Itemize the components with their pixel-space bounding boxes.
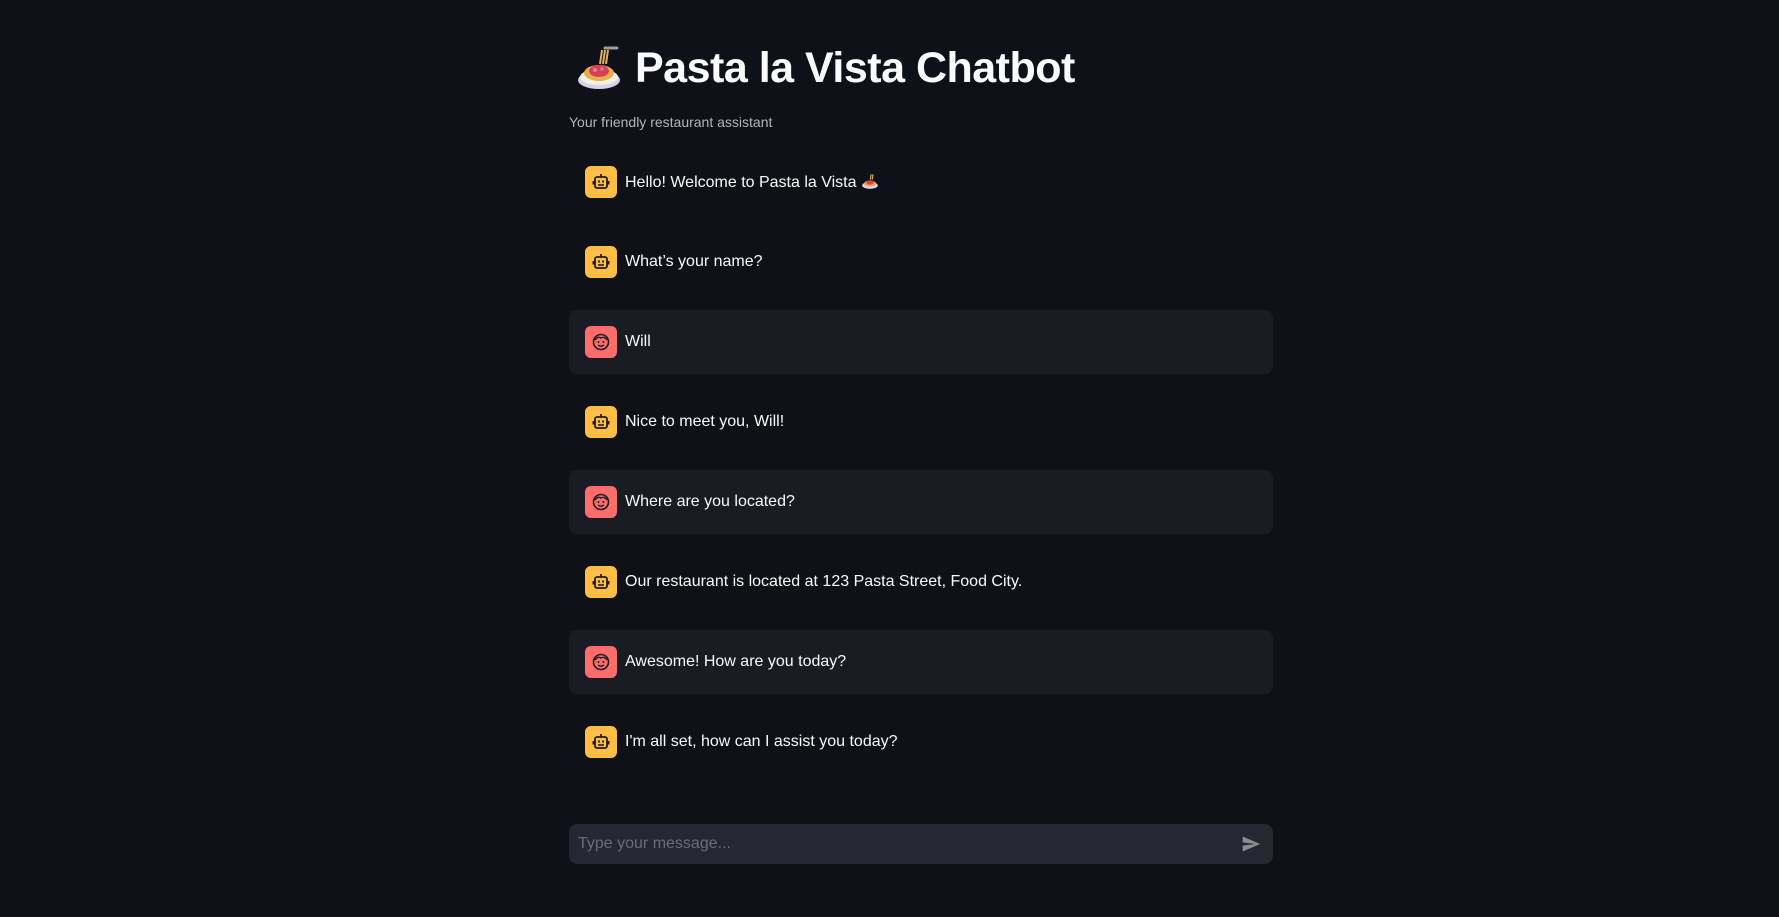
robot-icon — [585, 166, 617, 198]
smiley-face-icon — [585, 326, 617, 358]
chat-input-bar — [569, 824, 1273, 864]
spaghetti-emoji-icon — [861, 174, 878, 189]
chat-message-assistant: I'm all set, how can I assist you today? — [569, 710, 1273, 774]
page-title: Pasta la Vista Chatbot — [635, 43, 1075, 92]
robot-icon — [585, 246, 617, 278]
message-text: What’s your name? — [625, 253, 763, 270]
chat-message-user: Will — [569, 310, 1273, 374]
message-text: Hello! Welcome to Pasta la Vista — [625, 172, 879, 192]
robot-icon — [585, 406, 617, 438]
message-text: Where are you located? — [625, 493, 795, 510]
chat-message-assistant: What’s your name? — [569, 230, 1273, 294]
message-text: Our restaurant is located at 123 Pasta S… — [625, 573, 1023, 590]
chat-message-user: Where are you located? — [569, 470, 1273, 534]
chat-message-assistant: Hello! Welcome to Pasta la Vista — [569, 150, 1273, 214]
message-text: Nice to meet you, Will! — [625, 413, 785, 430]
page-header: Pasta la Vista Chatbot — [575, 40, 1075, 96]
robot-icon — [585, 726, 617, 758]
message-text: I'm all set, how can I assist you today? — [625, 733, 898, 750]
chat-message-input[interactable] — [569, 824, 1209, 864]
chat-message-assistant: Nice to meet you, Will! — [569, 390, 1273, 454]
chat-message-assistant: Our restaurant is located at 123 Pasta S… — [569, 550, 1273, 614]
message-text: Will — [625, 333, 651, 350]
page-subtitle: Your friendly restaurant assistant — [569, 114, 773, 130]
send-icon — [1242, 836, 1261, 852]
message-text: Awesome! How are you today? — [625, 653, 847, 670]
smiley-face-icon — [585, 486, 617, 518]
smiley-face-icon — [585, 646, 617, 678]
robot-icon — [585, 566, 617, 598]
send-button[interactable] — [1237, 830, 1265, 858]
chat-message-user: Awesome! How are you today? — [569, 630, 1273, 694]
spaghetti-emoji-icon — [578, 46, 620, 89]
